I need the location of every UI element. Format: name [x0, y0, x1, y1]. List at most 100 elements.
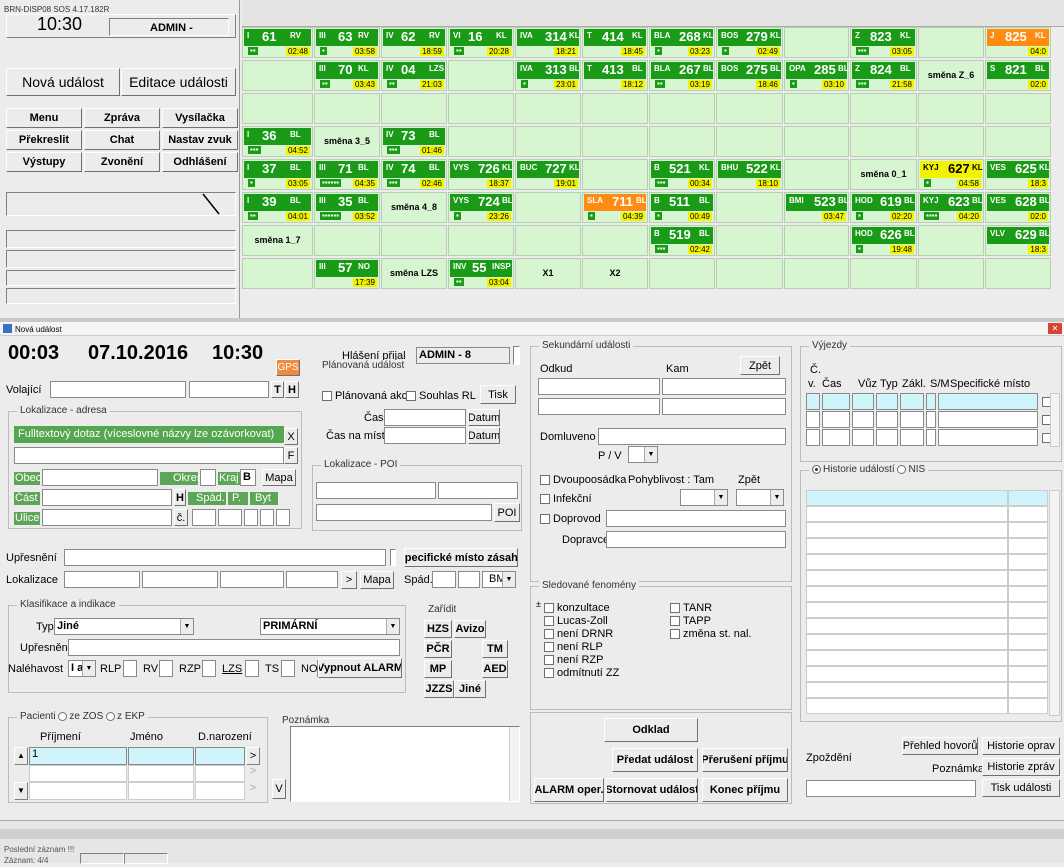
unit-tile[interactable]: Z 823 KL ▪▪▪ 03:05 — [852, 29, 915, 56]
historie-row[interactable] — [806, 618, 1008, 634]
unit-tile[interactable]: III 70 KL ▪▪ 03:43 — [316, 62, 378, 89]
patient-row-3[interactable]: ▼ > — [14, 782, 262, 800]
historie-row[interactable] — [806, 490, 1008, 506]
historie-row[interactable] — [806, 570, 1008, 586]
grid-cell[interactable]: SLA 711 BL ▪ 04:39 — [582, 192, 648, 223]
historie-row-2[interactable] — [1008, 506, 1048, 522]
unit-tile[interactable]: BOS 279 KL ▪ 02:49 — [718, 29, 781, 56]
fenomen-checkbox[interactable]: není DRNR — [544, 628, 613, 641]
grid-cell[interactable]: HOD 626 BL ▪ 19:48 — [850, 225, 917, 256]
grid-cell[interactable]: I 39 BL ▪▪ 04:01 — [242, 192, 313, 223]
unit-tile[interactable]: VES 625 KL 18:3 — [987, 161, 1050, 188]
grid-cell[interactable] — [381, 225, 447, 256]
dvoupos-checkbox[interactable]: Dvoupoosádka — [540, 474, 626, 487]
lokalizace-input-4[interactable] — [286, 571, 338, 588]
unit-tile[interactable]: T 413 BL 18:12 — [584, 62, 646, 89]
h-button-2[interactable]: H — [174, 489, 186, 506]
dopravce-input[interactable] — [606, 531, 786, 548]
vyjezd-cell[interactable] — [852, 411, 874, 428]
grid-cell[interactable]: III 57 NO 17:39 — [314, 258, 380, 289]
unit-tile[interactable]: III 63 RV ▪ 03:58 — [316, 29, 378, 56]
historie-row-2[interactable] — [1008, 586, 1048, 602]
unit-tile[interactable]: III 71 BL ▪▪▪▪▪▪ 04:35 — [316, 161, 378, 188]
grid-cell[interactable]: BHU 522 KL 18:10 — [716, 159, 783, 190]
mapa-button-1[interactable]: Mapa — [262, 469, 296, 486]
unit-tile[interactable]: III 57 NO 17:39 — [316, 260, 378, 287]
menu-button-0-2[interactable]: Vysílačka — [162, 108, 238, 128]
row-open-icon[interactable]: > — [246, 747, 260, 765]
vyjezd-cell[interactable] — [822, 429, 850, 446]
vyjezd-cell[interactable] — [900, 429, 924, 446]
unit-tile[interactable]: BMI 523 BL 03:47 — [786, 194, 849, 221]
historie-row-2[interactable] — [1008, 602, 1048, 618]
unit-tile[interactable]: VES 628 BL 02:0 — [987, 194, 1050, 221]
doprovod-input[interactable] — [606, 510, 786, 527]
grid-cell[interactable] — [716, 225, 783, 256]
unit-tile[interactable]: IVA 313 BL ▪ 23:01 — [517, 62, 580, 89]
grid-cell[interactable]: VLV 629 BL 18:3 — [985, 225, 1051, 256]
unit-tile[interactable]: IV 73 BL ▪▪▪ 01:46 — [383, 128, 445, 155]
grid-cell[interactable]: III 70 KL ▪▪ 03:43 — [314, 60, 380, 91]
grid-cell[interactable]: T 413 BL 18:12 — [582, 60, 648, 91]
grid-cell[interactable]: IV 04 LZS ▪▪ 21:03 — [381, 60, 447, 91]
grid-cell[interactable]: směna 4_8 — [381, 192, 447, 223]
grid-cell[interactable]: BUC 727 KL 19:01 — [515, 159, 581, 190]
grid-cell[interactable] — [448, 93, 514, 124]
grid-cell[interactable] — [918, 126, 984, 157]
grid-cell[interactable] — [242, 93, 313, 124]
fenomen-checkbox[interactable]: není RLP — [544, 641, 603, 654]
grid-cell[interactable] — [582, 93, 648, 124]
vyjezd-cell[interactable] — [876, 429, 898, 446]
grid-cell[interactable] — [784, 159, 849, 190]
grid-cell[interactable]: BLA 267 BL ▪▪ 03:19 — [649, 60, 715, 91]
zaridit-hzs-button[interactable]: HZS — [424, 620, 452, 638]
fenomen-checkbox[interactable]: konzultace — [544, 602, 610, 615]
unit-tile[interactable]: HOD 619 BL ▪ 02:20 — [852, 194, 915, 221]
unit-tile[interactable]: Z 824 BL ▪▪▪ 21:58 — [852, 62, 915, 89]
historie-row-2[interactable] — [1008, 650, 1048, 666]
flag-input-rv[interactable] — [159, 660, 173, 677]
prehled-hovoru-button[interactable]: Přehled hovorů — [902, 737, 978, 755]
unit-tile[interactable]: BOS 275 BL 18:46 — [718, 62, 781, 89]
t-button[interactable]: T — [271, 381, 284, 398]
unit-tile[interactable]: SLA 711 BL ▪ 04:39 — [584, 194, 647, 221]
fenomen-checkbox[interactable]: TAPP — [670, 615, 711, 628]
historie-row[interactable] — [806, 650, 1008, 666]
spad-input-2[interactable] — [458, 571, 480, 588]
grid-cell[interactable] — [850, 258, 917, 289]
c-button[interactable]: č. — [174, 509, 188, 526]
close-icon[interactable]: ✕ — [1048, 323, 1062, 334]
grid-cell[interactable]: směna 3_5 — [314, 126, 380, 157]
vyjezd-cell[interactable] — [822, 411, 850, 428]
collapse-icon[interactable]: ± — [536, 599, 541, 609]
infekcni-checkbox[interactable]: Infekční — [540, 493, 592, 506]
new-event-button[interactable]: Nová událost — [6, 68, 120, 96]
unit-tile[interactable]: B 521 KL ▪▪▪ 00:34 — [651, 161, 713, 188]
unit-tile[interactable]: VLV 629 BL 18:3 — [987, 227, 1050, 254]
grid-cell[interactable] — [515, 225, 581, 256]
fenomen-checkbox[interactable]: Lucas-Zoll — [544, 615, 608, 628]
grid-cell[interactable] — [784, 27, 849, 58]
unit-tile[interactable]: I 39 BL ▪▪ 04:01 — [244, 194, 311, 221]
cislo-input-1[interactable] — [192, 509, 216, 526]
unit-tile[interactable]: I 61 RV ▪▪ 02:48 — [244, 29, 311, 56]
datum-button-2[interactable]: Datum — [468, 427, 500, 444]
vyjezd-cell[interactable] — [926, 411, 936, 428]
grid-cell[interactable]: VYS 726 KL 18:37 — [448, 159, 514, 190]
grid-cell[interactable]: KYJ 627 KL ▪ 04:58 — [918, 159, 984, 190]
grid-cell[interactable] — [716, 93, 783, 124]
grid-cell[interactable] — [448, 225, 514, 256]
grid-cell[interactable]: směna LZS — [381, 258, 447, 289]
menu-button-2-2[interactable]: Odhlášení — [162, 152, 238, 172]
primarni-select[interactable]: PRIMÁRNÍ ▼ — [260, 618, 400, 635]
menu-button-1-2[interactable]: Nastav zvuk — [162, 130, 238, 150]
unit-tile[interactable]: INV 55 INSP ▪▪ 03:04 — [450, 260, 512, 287]
grid-cell[interactable]: směna 0_1 — [850, 159, 917, 190]
historie-row-2[interactable] — [1008, 570, 1048, 586]
obec-input[interactable] — [42, 469, 158, 486]
vyjezd-cell[interactable] — [938, 393, 1038, 410]
vyjezd-cell[interactable] — [822, 393, 850, 410]
unit-tile[interactable]: I 37 BL ▪ 03:05 — [244, 161, 311, 188]
flag-input-rzp[interactable] — [202, 660, 216, 677]
unit-tile[interactable]: OPA 285 BL ▪ 03:10 — [786, 62, 849, 89]
